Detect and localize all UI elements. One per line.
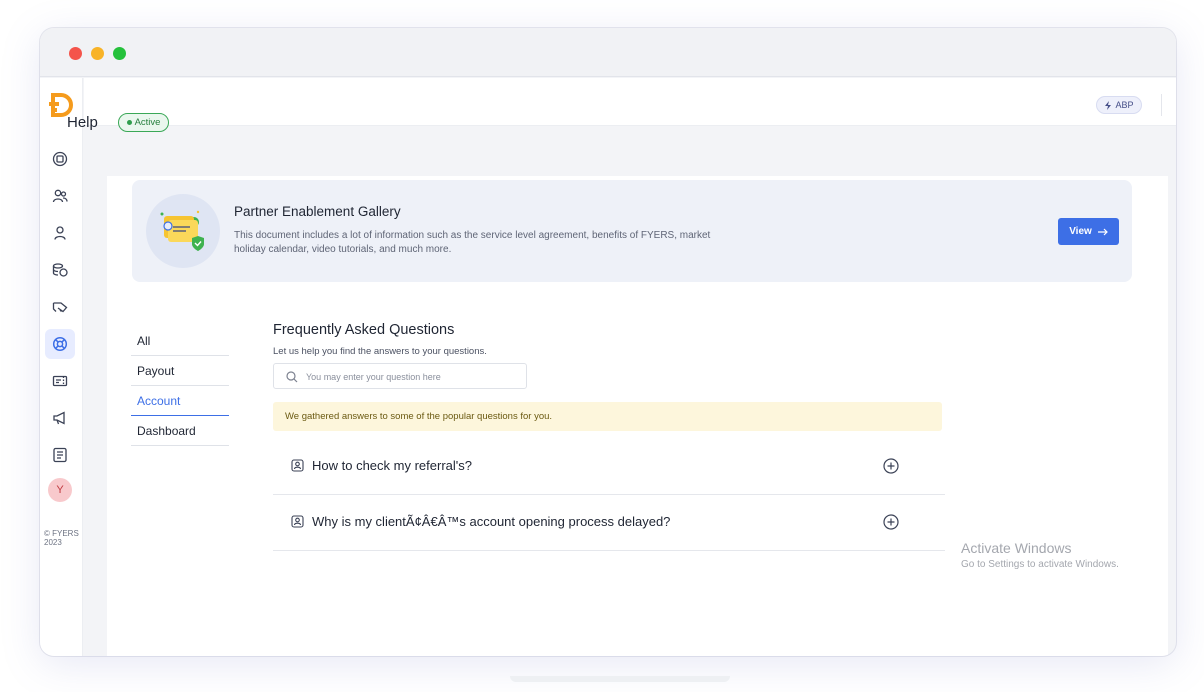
tab-label: Account — [137, 394, 181, 408]
user-badge-icon — [291, 459, 304, 472]
status-badge-label: Active — [134, 117, 161, 128]
avatar[interactable]: Y — [48, 478, 72, 502]
list-icon[interactable] — [45, 440, 75, 470]
banner-title: Partner Enablement Gallery — [234, 204, 401, 219]
window-titlebar — [40, 28, 1176, 77]
watermark-line-2: Go to Settings to activate Windows. — [961, 559, 1119, 570]
abp-button[interactable]: ABP — [1096, 96, 1142, 114]
partner-gallery-banner: Partner Enablement Gallery This document… — [132, 180, 1132, 282]
faq-title: Frequently Asked Questions — [273, 322, 455, 338]
tab-all[interactable]: All — [131, 326, 229, 356]
tab-label: Payout — [137, 364, 175, 378]
dashboard-icon[interactable] — [45, 144, 75, 174]
tab-label: Dashboard — [137, 424, 196, 438]
help-content: Partner Enablement Gallery This document… — [107, 176, 1168, 656]
minimize-window-button[interactable] — [91, 47, 104, 60]
handshake-icon[interactable] — [45, 292, 75, 322]
popular-questions-notice: We gathered answers to some of the popul… — [273, 402, 942, 431]
view-button-label: View — [1069, 226, 1092, 237]
watermark-line-1: Activate Windows — [961, 540, 1072, 556]
search-icon — [286, 371, 298, 383]
users-icon[interactable] — [45, 181, 75, 211]
faq-question-row[interactable]: How to check my referral's? — [273, 439, 945, 495]
view-button[interactable]: View — [1058, 218, 1119, 245]
ticket-icon[interactable] — [45, 366, 75, 396]
topbar-divider — [1161, 94, 1162, 116]
expand-plus-icon[interactable] — [883, 458, 899, 474]
tab-label: All — [137, 334, 151, 348]
copyright-text: © FYERS 2023 — [44, 529, 79, 547]
status-badge: Active — [118, 113, 169, 132]
faq-category-tabs: All Payout Account Dashboard — [131, 326, 229, 446]
arrow-right-icon — [1097, 228, 1108, 235]
user-icon[interactable] — [45, 218, 75, 248]
faq-search-box — [273, 363, 527, 389]
payout-icon[interactable] — [45, 255, 75, 285]
activate-windows-watermark: Activate Windows Go to Settings to activ… — [961, 540, 1119, 570]
tab-payout[interactable]: Payout — [131, 356, 229, 386]
avatar-initial: Y — [56, 484, 64, 496]
device-stand — [510, 676, 730, 682]
faq-subtitle: Let us help you find the answers to your… — [273, 346, 487, 357]
help-lifebuoy-icon[interactable] — [45, 329, 75, 359]
banner-description: This document includes a lot of informat… — [234, 230, 711, 255]
tab-dashboard[interactable]: Dashboard — [131, 416, 229, 446]
faq-question-text: Why is my clientÃ¢Â€Â™s account opening … — [312, 514, 671, 529]
lightning-icon — [1105, 100, 1112, 110]
close-window-button[interactable] — [69, 47, 82, 60]
expand-plus-icon[interactable] — [883, 514, 899, 530]
abp-label: ABP — [1115, 100, 1134, 110]
tab-account[interactable]: Account — [131, 386, 229, 416]
sidebar: Y © FYERS 2023 — [40, 78, 83, 656]
megaphone-icon[interactable] — [45, 403, 75, 433]
faq-search-input[interactable] — [306, 369, 516, 385]
maximize-window-button[interactable] — [113, 47, 126, 60]
user-badge-icon — [291, 515, 304, 528]
status-dot — [126, 120, 132, 125]
gallery-illustration — [146, 194, 220, 268]
page-title: Help — [67, 114, 98, 131]
faq-question-text: How to check my referral's? — [312, 458, 472, 473]
top-bar: ABP — [84, 78, 1176, 126]
faq-question-row[interactable]: Why is my clientÃ¢Â€Â™s account opening … — [273, 495, 945, 551]
document-shield-icon — [160, 210, 204, 251]
